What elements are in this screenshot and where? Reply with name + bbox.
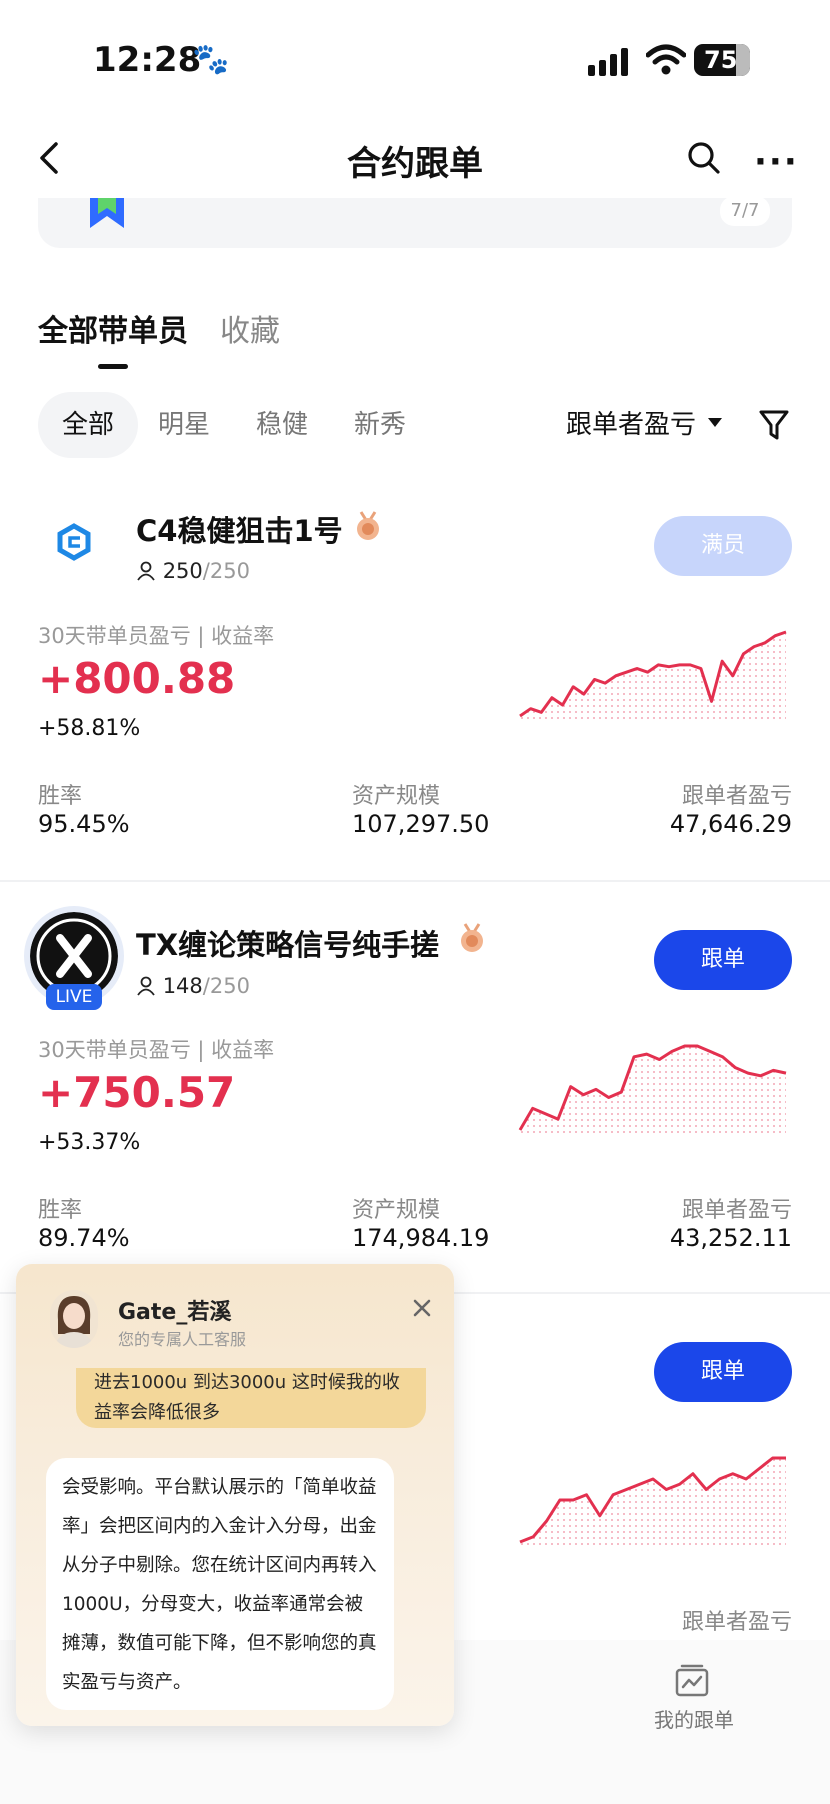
stat-label-follower-pnl: 跟单者盈亏 bbox=[681, 1198, 792, 1223]
close-icon[interactable] bbox=[410, 1296, 434, 1320]
stat-value-aum: 174,984.19 bbox=[352, 1224, 490, 1252]
filter-chip-star[interactable]: 明星 bbox=[158, 392, 210, 458]
pnl-sparkline bbox=[518, 1044, 787, 1136]
agent-role: 您的专属人工客服 bbox=[118, 1330, 247, 1349]
bronze-medal-icon bbox=[461, 923, 483, 952]
stat-value-follower-pnl: 47,646.29 bbox=[669, 810, 792, 838]
member-count: 250/250 bbox=[136, 559, 250, 583]
stat-label-winrate: 胜率 bbox=[38, 784, 83, 809]
follow-button[interactable]: 跟单 bbox=[654, 930, 792, 990]
filter-chip-stable[interactable]: 稳健 bbox=[256, 392, 308, 458]
agent-avatar bbox=[50, 1290, 98, 1348]
member-count: 148/250 bbox=[136, 974, 250, 998]
sparkline-area bbox=[520, 1046, 786, 1136]
return-rate: +53.37% bbox=[38, 1130, 141, 1155]
battery-indicator: 75 bbox=[694, 44, 750, 76]
agent-message-bubble: 会受影响。平台默认展示的「简单收益率」会把区间内的入金计入分母，出金从分子中剔除… bbox=[46, 1458, 394, 1710]
stat-value-winrate: 95.45% bbox=[38, 810, 130, 838]
banner-page-indicator: 7/7 bbox=[720, 196, 770, 226]
status-time: 12:28 bbox=[93, 40, 202, 80]
bronze-medal-icon bbox=[357, 511, 379, 540]
stat-value-winrate: 89.74% bbox=[38, 1224, 130, 1252]
user-icon bbox=[137, 976, 155, 996]
agent-name: Gate_若溪 bbox=[118, 1300, 232, 1325]
tab-all-leaders[interactable]: 全部带单员 bbox=[38, 306, 188, 350]
search-icon[interactable] bbox=[686, 140, 722, 176]
stat-value-aum: 107,297.50 bbox=[352, 810, 490, 838]
trader-name[interactable]: C4稳健狙击1号 bbox=[136, 508, 343, 550]
member-current: 250 bbox=[162, 559, 203, 583]
stat-label-follower-pnl: 跟单者盈亏 bbox=[681, 1610, 792, 1635]
more-options-icon[interactable]: ··· bbox=[754, 142, 799, 182]
bookmark-icon bbox=[90, 198, 124, 228]
paw-icon: 🐾 bbox=[192, 42, 230, 77]
tab-my-trades[interactable]: 我的跟单 bbox=[654, 1704, 734, 1733]
sparkline-area bbox=[520, 632, 786, 722]
return-rate: +58.81% bbox=[38, 716, 141, 741]
pnl-subtitle: 30天带单员盈亏 | 收益率 bbox=[38, 624, 275, 648]
tab-active-indicator bbox=[98, 364, 128, 369]
banner-carousel[interactable] bbox=[38, 198, 792, 248]
member-current: 148 bbox=[162, 974, 203, 998]
live-badge: LIVE bbox=[46, 984, 102, 1010]
pnl-subtitle: 30天带单员盈亏 | 收益率 bbox=[38, 1038, 275, 1062]
pnl-value: +800.88 bbox=[38, 654, 236, 703]
tab-favorites[interactable]: 收藏 bbox=[220, 306, 280, 350]
trader-avatar[interactable] bbox=[28, 496, 120, 588]
pnl-value: +750.57 bbox=[38, 1068, 236, 1117]
caret-down-icon[interactable] bbox=[708, 418, 722, 427]
card-divider bbox=[0, 880, 830, 882]
stat-label-follower-pnl: 跟单者盈亏 bbox=[681, 784, 792, 809]
stat-value-follower-pnl: 43,252.11 bbox=[669, 1224, 792, 1252]
sparkline-area bbox=[520, 1458, 786, 1548]
battery-level: 75 bbox=[704, 46, 738, 74]
user-icon bbox=[137, 561, 155, 581]
member-total: /250 bbox=[202, 974, 250, 998]
stat-label-winrate: 胜率 bbox=[38, 1198, 83, 1223]
my-trades-icon[interactable] bbox=[674, 1664, 710, 1698]
filter-chip-all[interactable]: 全部 bbox=[38, 392, 138, 458]
stat-label-aum: 资产规模 bbox=[352, 1198, 441, 1223]
pnl-sparkline bbox=[519, 630, 787, 722]
filter-chip-new[interactable]: 新秀 bbox=[354, 392, 406, 458]
pnl-sparkline bbox=[519, 1456, 786, 1548]
sort-dropdown[interactable]: 跟单者盈亏 bbox=[566, 392, 696, 458]
member-total: /250 bbox=[202, 559, 250, 583]
stat-label-aum: 资产规模 bbox=[352, 784, 441, 809]
wifi-icon bbox=[646, 44, 686, 75]
cellular-signal-icon bbox=[588, 48, 628, 76]
full-button[interactable]: 满员 bbox=[654, 516, 792, 576]
filter-funnel-icon[interactable] bbox=[758, 408, 790, 442]
follow-button[interactable]: 跟单 bbox=[654, 1342, 792, 1402]
trader-name[interactable]: TX缠论策略信号纯手搓 bbox=[136, 922, 439, 964]
user-message-bubble: 进去1000u 到达3000u 这时候我的收益率会降低很多 bbox=[76, 1368, 426, 1428]
